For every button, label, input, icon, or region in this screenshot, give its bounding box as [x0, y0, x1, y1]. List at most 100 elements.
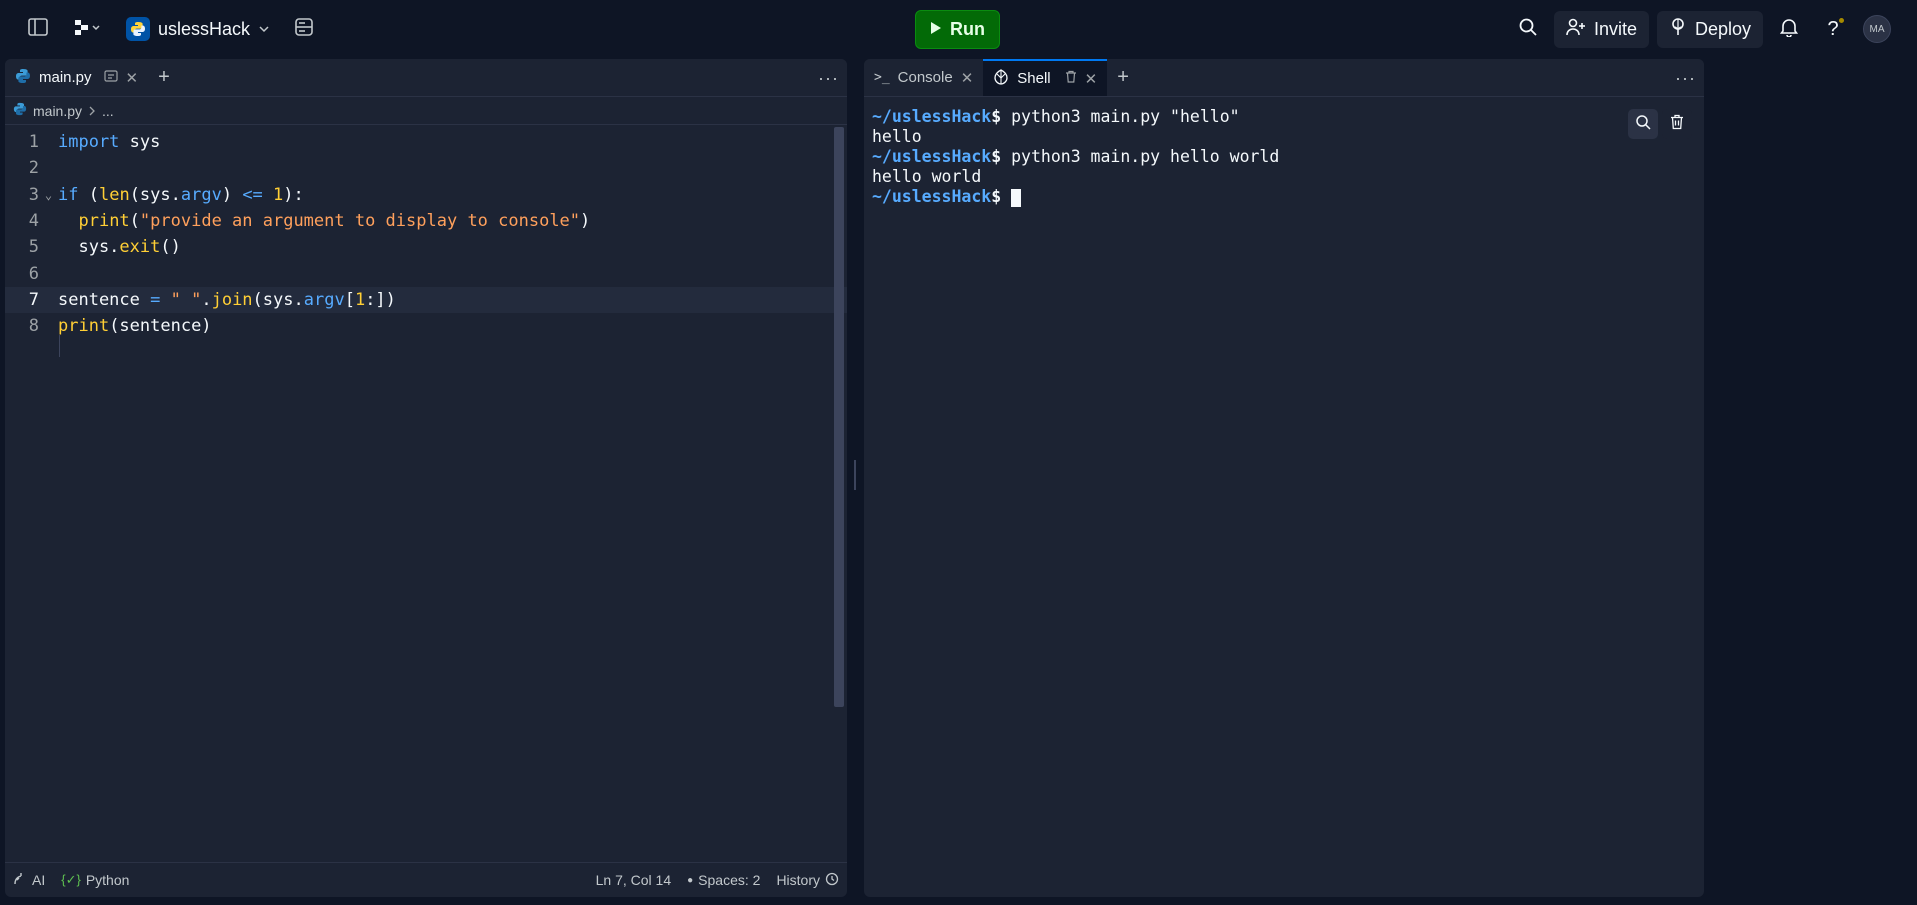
run-label: Run	[950, 19, 985, 39]
editor-scrollbar[interactable]	[834, 127, 844, 707]
search-icon	[1635, 114, 1651, 135]
add-user-icon	[1566, 18, 1586, 41]
shell-panel: >_ Console ✕ Shell ✕ + ··· ~/uslessHack$…	[864, 59, 1704, 897]
plus-icon: +	[1117, 66, 1129, 88]
code-line: 5 sys.exit()	[5, 234, 847, 260]
panel-resize-handle[interactable]	[849, 460, 861, 490]
breadcrumb-file[interactable]: main.py	[33, 103, 82, 119]
chevron-down-icon	[258, 20, 270, 38]
tab-label: main.py	[39, 69, 92, 86]
shell-output: hello	[872, 127, 922, 146]
code-line: 4 print("provide an argument to display …	[5, 208, 847, 234]
code-text: sys.exit()	[58, 237, 181, 258]
language-label: Python	[85, 872, 130, 888]
ai-button[interactable]: AI	[5, 872, 53, 889]
code-text: sentence = " ".join(sys.argv[1:])	[58, 289, 396, 310]
language-button[interactable]: {✓} Python	[53, 872, 137, 888]
search-button[interactable]	[1510, 11, 1546, 47]
status-bar-right: Ln 7, Col 14 ● Spaces: 2 History	[588, 872, 847, 889]
play-icon	[930, 19, 942, 40]
cursor-position-button[interactable]: Ln 7, Col 14	[588, 872, 680, 888]
close-tab-icon[interactable]: ✕	[1085, 70, 1098, 88]
notifications-button[interactable]	[1771, 11, 1807, 47]
history-label: History	[776, 872, 820, 888]
terminal-prompt-icon: >_	[874, 70, 890, 85]
editor-more-options-button[interactable]: ···	[818, 59, 839, 97]
code-line: 6	[5, 260, 847, 286]
editor-tab-bar: main.py ✕ + ···	[5, 59, 847, 97]
close-tab-icon[interactable]: ✕	[126, 69, 139, 87]
tab-shell[interactable]: Shell ✕	[983, 59, 1108, 96]
line-number: 8	[28, 316, 39, 337]
tab-main-py[interactable]: main.py ✕	[5, 59, 149, 96]
indentation-button[interactable]: ● Spaces: 2	[679, 872, 768, 888]
bell-icon	[1779, 17, 1799, 42]
line-number: 4	[28, 211, 39, 232]
ai-icon	[13, 872, 27, 889]
workspace-menu-button[interactable]	[66, 11, 110, 47]
code-line: 8 print(sentence)	[5, 313, 847, 339]
code-line: 1 import sys	[5, 129, 847, 155]
replit-logo-icon	[73, 18, 103, 41]
tab-console[interactable]: >_ Console ✕	[864, 59, 983, 96]
add-tab-button[interactable]: +	[1107, 59, 1139, 96]
code-editor[interactable]: 1 import sys 2 3 ⌄ if (len(sys.argv) <= 1…	[5, 125, 847, 855]
shell-active-prompt: ~/uslessHack$	[872, 187, 1696, 207]
line-number: 7	[28, 289, 39, 310]
code-line-current: 7 sentence = " ".join(sys.argv[1:])	[5, 286, 847, 314]
invite-label: Invite	[1593, 18, 1637, 39]
shell-terminal[interactable]: ~/uslessHack$ python3 main.py "hello" he…	[864, 97, 1704, 887]
add-tab-button[interactable]: +	[148, 59, 180, 96]
code-text: print(sentence)	[58, 316, 212, 337]
code-text: print("provide an argument to display to…	[78, 211, 591, 232]
deploy-button[interactable]: Deploy	[1656, 10, 1763, 48]
line-number: 1	[28, 132, 39, 153]
shell-output: hello world	[872, 167, 982, 186]
history-icon	[825, 872, 839, 889]
code-braces-icon: {✓}	[61, 872, 81, 887]
python-file-icon	[15, 68, 31, 88]
repl-name-dropdown[interactable]: uslessHack	[120, 11, 276, 47]
editor-status-bar: AI {✓} Python Ln 7, Col 14 ● Spaces: 2 H…	[5, 862, 847, 897]
plus-icon: +	[158, 66, 170, 88]
code-line: 2	[5, 155, 847, 181]
shell-line: ~/uslessHack$ python3 main.py hello worl…	[872, 147, 1280, 166]
chevron-right-icon	[88, 103, 96, 119]
shell-line: ~/uslessHack$ python3 main.py "hello"	[872, 107, 1240, 126]
more-horizontal-icon: ···	[818, 67, 839, 88]
line-number: 2	[28, 158, 39, 179]
line-number: 6	[28, 263, 39, 284]
user-menu-button[interactable]: MA	[1859, 11, 1895, 47]
invite-button[interactable]: Invite	[1553, 10, 1649, 48]
python-logo-icon	[126, 17, 150, 41]
close-tab-icon[interactable]: ✕	[961, 69, 974, 87]
breadcrumb-ellipsis[interactable]: ...	[102, 103, 114, 119]
code-text: if (len(sys.argv) <= 1):	[58, 184, 304, 205]
help-icon: ?	[1827, 17, 1839, 40]
editor-panel: main.py ✕ + ··· main.py ... 1 import sys	[5, 59, 847, 897]
more-horizontal-icon: ···	[1675, 67, 1696, 88]
shell-search-button[interactable]	[1628, 109, 1658, 139]
right-tab-bar: >_ Console ✕ Shell ✕ + ···	[864, 59, 1704, 97]
trash-icon[interactable]	[1065, 70, 1077, 87]
breadcrumb: main.py ...	[5, 97, 847, 125]
sidebar-toggle-button[interactable]	[20, 11, 56, 47]
code-text: import sys	[58, 132, 161, 153]
line-number: 3	[28, 184, 39, 205]
top-bar-right: Invite Deploy ? MA	[1510, 0, 1895, 58]
repl-info-button[interactable]	[286, 11, 322, 47]
fold-chevron-icon[interactable]: ⌄	[39, 188, 58, 202]
shell-more-options-button[interactable]: ···	[1675, 59, 1696, 97]
ai-label: AI	[32, 872, 46, 888]
indent-guide	[59, 335, 60, 357]
terminal-cursor	[1011, 188, 1022, 207]
history-button[interactable]: History	[768, 872, 847, 889]
clear-shell-button[interactable]	[1662, 109, 1692, 139]
help-button[interactable]: ?	[1815, 11, 1851, 47]
document-outline-icon[interactable]	[103, 69, 118, 86]
line-number: 5	[28, 237, 39, 258]
dot-icon: ●	[687, 874, 694, 886]
server-icon	[294, 17, 314, 42]
run-button[interactable]: Run	[915, 10, 1000, 49]
top-bar-left: uslessHack	[0, 0, 322, 58]
